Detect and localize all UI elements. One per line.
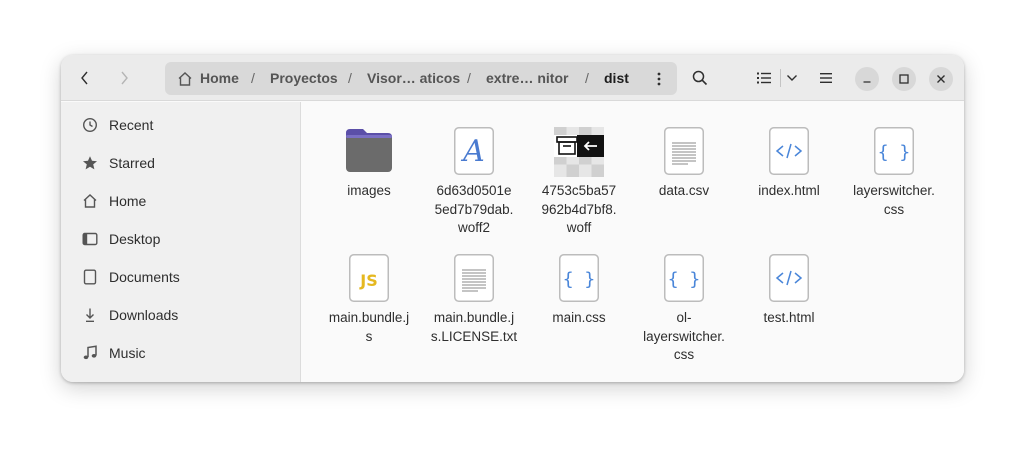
sidebar: Recent Starred Home Desktop Documents Do… xyxy=(61,102,301,382)
text-file-icon xyxy=(634,127,734,181)
sidebar-item-label: Downloads xyxy=(109,307,179,323)
sidebar-item-label: Documents xyxy=(109,269,180,285)
css-file-icon: { } xyxy=(844,127,944,181)
path-bar: Home / Proyectos / Visor… aticos / extre… xyxy=(165,62,677,95)
sidebar-item-label: Starred xyxy=(109,155,155,171)
hamburger-menu-icon xyxy=(820,73,832,83)
file-name: 6d63d0501e 5ed7b79dab. woff2 xyxy=(434,183,514,235)
desktop-icon xyxy=(79,228,101,250)
minimize-icon xyxy=(863,81,871,83)
close-button[interactable] xyxy=(929,67,953,91)
breadcrumb-proyectos[interactable]: Proyectos xyxy=(270,62,338,95)
back-button[interactable] xyxy=(73,66,97,90)
file-name: index.html xyxy=(758,183,820,198)
breadcrumb-visor[interactable]: Visor… aticos xyxy=(367,62,460,95)
breadcrumb-separator: / xyxy=(348,70,352,86)
html-file-icon xyxy=(739,254,839,308)
file-name: ol- layerswitcher. css xyxy=(643,310,725,362)
svg-text:JS: JS xyxy=(359,271,377,290)
file-name: test.html xyxy=(763,310,815,325)
file-name: 4753c5ba57 962b4d7bf8. woff xyxy=(541,183,617,235)
svg-text:{ }: { } xyxy=(878,142,911,163)
forward-button[interactable] xyxy=(112,66,136,90)
sidebar-item-label: Recent xyxy=(109,117,154,133)
sidebar-item-music[interactable]: Music xyxy=(75,336,287,370)
file-name: data.csv xyxy=(658,183,710,198)
star-icon xyxy=(79,152,101,174)
sidebar-item-home[interactable]: Home xyxy=(75,184,287,218)
svg-text:{ }: { } xyxy=(668,269,701,290)
sidebar-item-desktop[interactable]: Desktop xyxy=(75,222,287,256)
svg-text:{ }: { } xyxy=(563,269,596,290)
breadcrumb-separator: / xyxy=(467,70,471,86)
css-file-icon: { } xyxy=(634,254,734,308)
chevron-down-icon xyxy=(787,75,797,81)
vertical-dots-icon xyxy=(657,72,661,86)
sidebar-item-documents[interactable]: Documents xyxy=(75,260,287,294)
file-name: main.bundle.j s xyxy=(328,310,410,344)
music-icon xyxy=(79,342,101,364)
search-icon xyxy=(692,70,708,86)
sidebar-item-downloads[interactable]: Downloads xyxy=(75,298,287,332)
clock-icon xyxy=(79,114,101,136)
file-grid: images A 6d63d0501e 5ed7b79dab. woff2 47… xyxy=(302,102,964,382)
home-icon xyxy=(177,71,193,92)
archive-thumbnail-icon xyxy=(529,127,629,181)
list-view-icon xyxy=(757,72,771,84)
file-name: images xyxy=(347,183,391,198)
view-toggle-button[interactable] xyxy=(752,66,776,90)
chevron-left-icon xyxy=(81,71,88,85)
css-file-icon: { } xyxy=(529,254,629,308)
sidebar-item-label: Music xyxy=(109,345,146,361)
sidebar-item-label: Desktop xyxy=(109,231,161,247)
folder-icon xyxy=(319,127,419,181)
html-file-icon xyxy=(739,127,839,181)
home-icon xyxy=(79,190,101,212)
sidebar-item-starred[interactable]: Starred xyxy=(75,146,287,180)
js-file-icon: JS xyxy=(319,254,419,308)
search-button[interactable] xyxy=(688,66,712,90)
minimize-button[interactable] xyxy=(855,67,879,91)
sidebar-item-recent[interactable]: Recent xyxy=(75,108,287,142)
main-menu-button[interactable] xyxy=(814,66,838,90)
maximize-button[interactable] xyxy=(892,67,916,91)
breadcrumb-separator: / xyxy=(251,70,255,86)
download-icon xyxy=(79,304,101,326)
file-name: main.css xyxy=(552,310,606,325)
close-icon xyxy=(937,75,945,83)
chevron-right-icon xyxy=(121,71,128,85)
svg-text:A: A xyxy=(460,134,485,169)
header-bar: Home / Proyectos / Visor… aticos / extre… xyxy=(61,55,964,101)
path-menu-button[interactable] xyxy=(647,67,671,91)
sidebar-item-label: Home xyxy=(109,193,147,209)
breadcrumb-home[interactable]: Home xyxy=(200,62,239,95)
view-options-button[interactable] xyxy=(780,66,804,90)
document-icon xyxy=(79,266,101,288)
file-name: layerswitcher. css xyxy=(853,183,935,217)
breadcrumb-extre[interactable]: extre… nitor xyxy=(486,62,568,95)
breadcrumb-separator: / xyxy=(585,70,589,86)
font-file-icon: A xyxy=(424,127,524,181)
text-file-icon xyxy=(424,254,524,308)
maximize-icon xyxy=(899,74,909,84)
breadcrumb-dist[interactable]: dist xyxy=(604,62,629,95)
file-name: main.bundle.j s.LICENSE.txt xyxy=(430,310,518,344)
file-manager-window: Home / Proyectos / Visor… aticos / extre… xyxy=(61,55,964,382)
